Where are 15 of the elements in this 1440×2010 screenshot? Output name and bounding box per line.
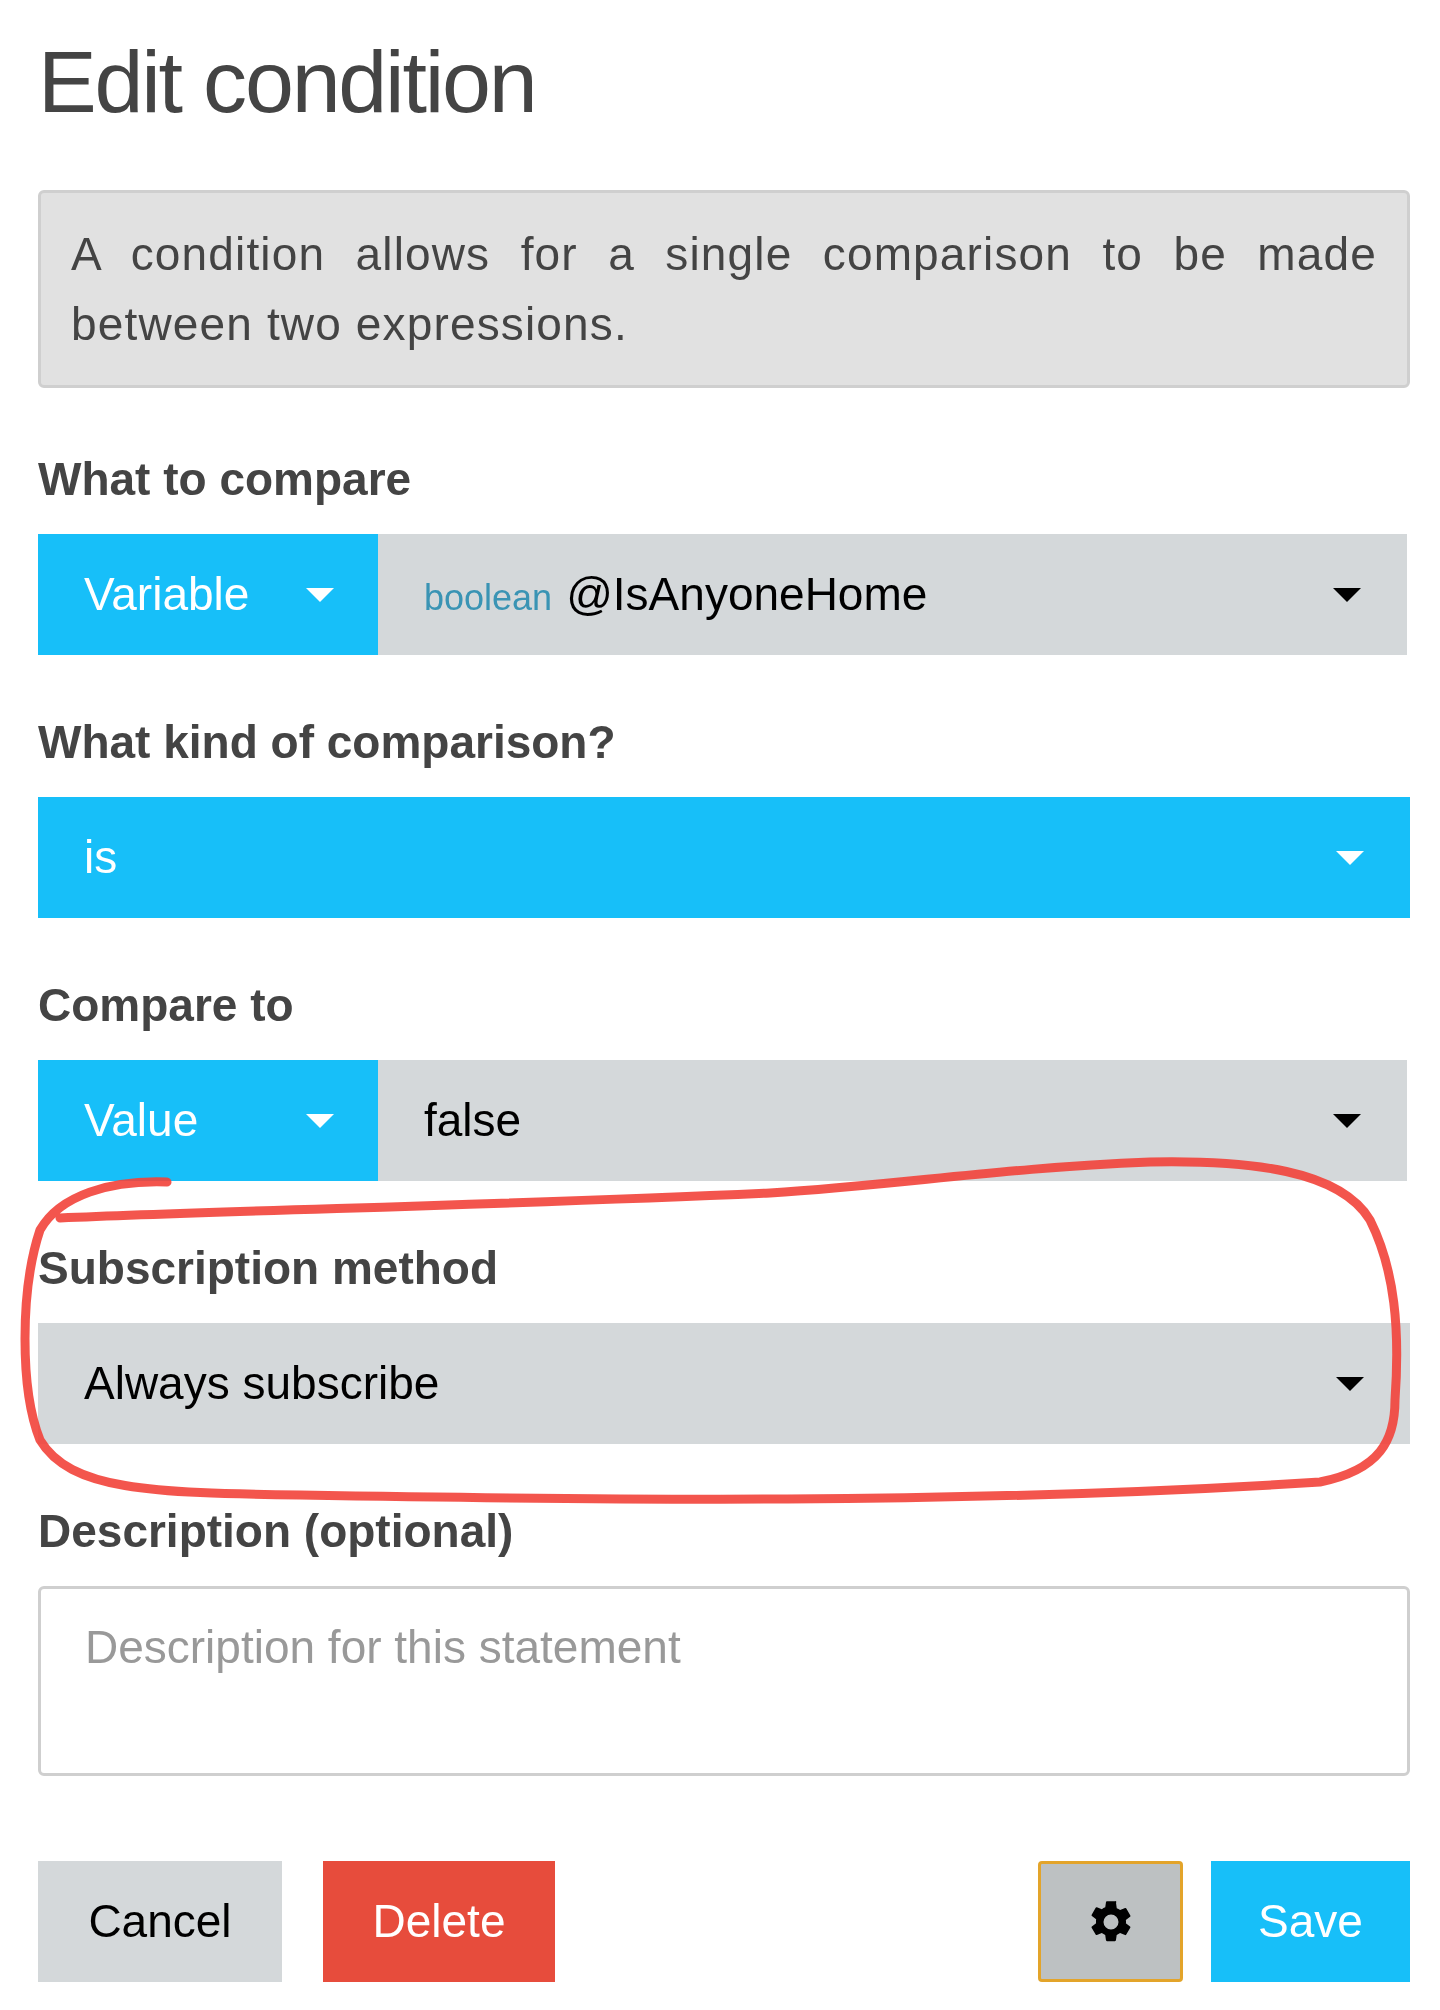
select-dropdown[interactable]: is (38, 797, 1410, 918)
info-text: A condition allows for a single comparison to be made between two expressions. (71, 227, 1377, 352)
operand-dropdown[interactable]: false (378, 1060, 1407, 1181)
source-type-dropdown[interactable]: Value (38, 1060, 378, 1181)
description-field[interactable]: Description for this statement (38, 1586, 1410, 1776)
page-title: Edit condition (38, 38, 537, 126)
type-hint: boolean (424, 576, 553, 620)
save-button[interactable]: Save (1211, 1861, 1410, 1982)
delete-button[interactable]: Delete (323, 1861, 555, 1982)
source-type-dropdown[interactable]: Variable (38, 534, 378, 655)
operand-dropdown[interactable]: boolean @IsAnyoneHome (378, 534, 1407, 655)
value-text: @IsAnyoneHome (566, 567, 928, 622)
select-dropdown[interactable]: Always subscribe (38, 1323, 1410, 1444)
value-text: false (424, 1093, 522, 1148)
cancel-button[interactable]: Cancel (38, 1861, 282, 1982)
